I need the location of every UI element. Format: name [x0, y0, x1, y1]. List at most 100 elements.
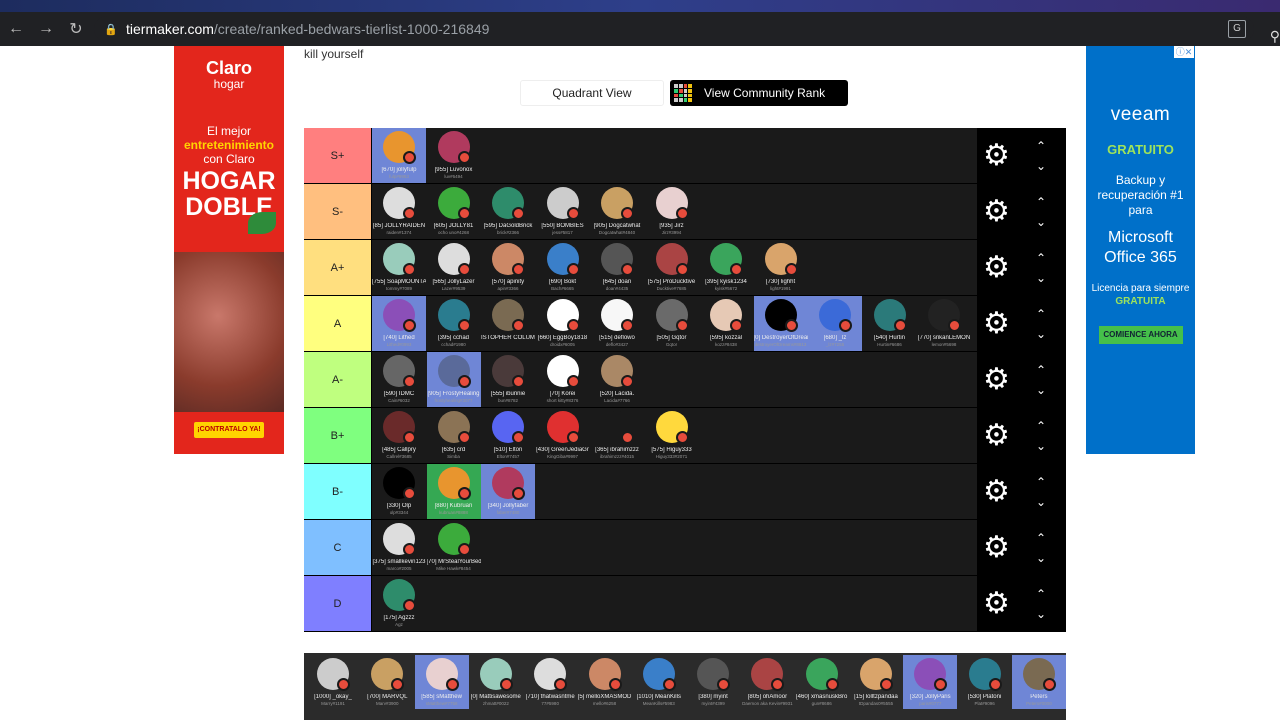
- tier-label[interactable]: D: [304, 576, 372, 631]
- tier-item[interactable]: [340] Jollyfaber faber#7480: [481, 464, 535, 519]
- tier-item[interactable]: [660] EggBoy1818 droidx#6005: [536, 296, 590, 351]
- tier-items[interactable]: [590] IDMC Cain#6032 [905] FrostyHealing fr…: [372, 352, 977, 407]
- chevron-up-icon[interactable]: ⌃: [1033, 472, 1049, 492]
- tier-item[interactable]: [395] kyisk1234 kyisk#5672: [699, 240, 753, 295]
- tier-item[interactable]: [320] JollyParis paris#0777: [903, 655, 958, 709]
- tier-item[interactable]: [70] MrStealYourBed Mike Hawk#8454: [427, 520, 481, 575]
- address-bar[interactable]: 🔒 tiermaker.com/create/ranked-bedwars-ti…: [94, 16, 1254, 42]
- gear-icon[interactable]: ⚙: [983, 533, 1013, 563]
- chevron-up-icon[interactable]: ⌃: [1033, 192, 1049, 212]
- tier-label[interactable]: S-: [304, 184, 372, 239]
- tier-item[interactable]: [5] melloXMASMOD mello#6258: [578, 655, 632, 709]
- community-rank-button[interactable]: View Community Rank: [670, 80, 848, 106]
- tier-item[interactable]: [485] Callpry Callrel#3685: [372, 408, 426, 463]
- chevron-up-icon[interactable]: ⌃: [1033, 416, 1049, 436]
- tier-label[interactable]: A: [304, 296, 372, 351]
- tier-label[interactable]: A-: [304, 352, 372, 407]
- tier-item[interactable]: [530] Platoni Plat#9096: [958, 655, 1012, 709]
- tier-item[interactable]: [550] BOMBIES jess#5817: [536, 184, 590, 239]
- chevron-up-icon[interactable]: ⌃: [1033, 360, 1049, 380]
- tier-item[interactable]: [680] _lz _lz#7255: [808, 296, 862, 351]
- tier-item[interactable]: [670] jollyfulp fulp#9953: [372, 128, 426, 183]
- chevron-down-icon[interactable]: ⌄: [1033, 492, 1049, 512]
- tier-item[interactable]: [520] Lacida. Lacida#7766: [590, 352, 644, 407]
- gear-icon[interactable]: ⚙: [983, 197, 1013, 227]
- ad-close-icon[interactable]: ⓘ✕: [1174, 46, 1194, 58]
- tier-label[interactable]: A+: [304, 240, 372, 295]
- tier-item[interactable]: [565] JollyLazer Lazer#9539: [427, 240, 481, 295]
- reload-icon[interactable]: ↻: [62, 15, 90, 43]
- tier-item[interactable]: [570] apinity apin#3366: [481, 240, 535, 295]
- tier-item[interactable]: [540] Hurtin Hurtin#6686: [863, 296, 917, 351]
- tier-item[interactable]: [590] IDMC Cain#6032: [372, 352, 426, 407]
- chevron-down-icon[interactable]: ⌄: [1033, 380, 1049, 400]
- chevron-up-icon[interactable]: ⌃: [1033, 304, 1049, 324]
- chevron-down-icon[interactable]: ⌄: [1033, 324, 1049, 344]
- gear-icon[interactable]: ⚙: [983, 141, 1013, 171]
- search-icon[interactable]: ⚲: [1270, 28, 1280, 45]
- chevron-up-icon[interactable]: ⌃: [1033, 248, 1049, 268]
- tier-label[interactable]: C: [304, 520, 372, 575]
- tier-item[interactable]: [905] Dogcatwhat Dogcatwhat#4840: [590, 184, 644, 239]
- quadrant-view-button[interactable]: Quadrant View: [520, 80, 664, 106]
- tier-item[interactable]: [0] Mattisawesome zhmatt#0022: [469, 655, 523, 709]
- chevron-down-icon[interactable]: ⌄: [1033, 604, 1049, 624]
- gear-icon[interactable]: ⚙: [983, 365, 1013, 395]
- tier-item[interactable]: ISTOPHER COLUMI: [481, 296, 535, 351]
- tier-item[interactable]: [595] kozzal kozz#8438: [699, 296, 753, 351]
- tier-items[interactable]: [740] Lithed Lithed#0993 [395] cchad cchad#…: [372, 296, 977, 351]
- tier-item[interactable]: [605] JOLLY81 ocho uno#4268: [427, 184, 481, 239]
- tier-label[interactable]: B-: [304, 464, 372, 519]
- tier-item[interactable]: [430] GreenJediaGr KingGiba#9997: [536, 408, 590, 463]
- tier-item[interactable]: [755] SoapMOUNTAINtommy#7089: [372, 240, 426, 295]
- tier-item[interactable]: [690] Bokt Bach#6665: [536, 240, 590, 295]
- tier-item[interactable]: [955] Luvonox luv#6494: [427, 128, 481, 183]
- tier-item[interactable]: [175] Agzzz Agz: [372, 576, 426, 631]
- tier-item[interactable]: [1000] _okay_ Marry#1191: [306, 655, 360, 709]
- tier-item[interactable]: [575] Higuy333 Higuy333#2071: [645, 408, 699, 463]
- tier-item[interactable]: [740] Lithed Lithed#0993: [372, 296, 426, 351]
- ad-cta-button[interactable]: COMIENCE AHORA: [1098, 326, 1183, 344]
- tier-item[interactable]: [85] JOLLYRAIDEN raiden#1374: [372, 184, 426, 239]
- back-icon[interactable]: ←: [2, 15, 30, 43]
- tier-item[interactable]: [700] MARVQL Marv#3900: [360, 655, 414, 709]
- gear-icon[interactable]: ⚙: [983, 477, 1013, 507]
- tier-item[interactable]: [375] smallkevin123 marco#2005: [372, 520, 426, 575]
- tier-item[interactable]: [575] ProDucktive Ducktive#7685: [645, 240, 699, 295]
- tier-item[interactable]: [710] thatwasntme 77#5980: [523, 655, 577, 709]
- chevron-up-icon[interactable]: ⌃: [1033, 584, 1049, 604]
- tier-label[interactable]: S+: [304, 128, 372, 183]
- forward-icon[interactable]: →: [32, 15, 60, 43]
- gear-icon[interactable]: ⚙: [983, 253, 1013, 283]
- tier-item[interactable]: [645] doan doan#4435: [590, 240, 644, 295]
- tier-label[interactable]: B+: [304, 408, 372, 463]
- ad-left[interactable]: Claro hogar El mejor entretenimiento con …: [174, 46, 284, 454]
- tier-item[interactable]: [585] sMatthew sMatthew#7758: [414, 655, 469, 709]
- tier-item[interactable]: [330] Olp olp#3344: [372, 464, 426, 519]
- tier-item[interactable]: [515] deflowo deflo#3427: [590, 296, 644, 351]
- chevron-down-icon[interactable]: ⌄: [1033, 212, 1049, 232]
- tier-items[interactable]: [670] jollyfulp fulp#9953 [955] Luvonox luv…: [372, 128, 977, 183]
- gear-icon[interactable]: ⚙: [983, 309, 1013, 339]
- tier-item[interactable]: [505] Gqtor Gqtor: [645, 296, 699, 351]
- tier-item[interactable]: [460] xmasnuskBro gun#8686: [795, 655, 849, 709]
- ad-cta-button[interactable]: ¡CONTRATALO YA!: [194, 422, 264, 438]
- chevron-up-icon[interactable]: ⌃: [1033, 136, 1049, 156]
- tier-items[interactable]: [375] smallkevin123 marco#2005 [70] MrStea…: [372, 520, 977, 575]
- tier-item[interactable]: [555] ibunnie bun#8782: [481, 352, 535, 407]
- tier-item[interactable]: [15] lolltzpandaa tDpandas0#5555: [849, 655, 903, 709]
- tier-item[interactable]: [510] Elton Elton#7457: [481, 408, 535, 463]
- chevron-down-icon[interactable]: ⌄: [1033, 268, 1049, 288]
- tier-items[interactable]: [330] Olp olp#3344 [880] Kubruan kubruan#88…: [372, 464, 977, 519]
- tier-item[interactable]: [635] crd Simba: [427, 408, 481, 463]
- tier-item[interactable]: [805] ohAmoor Daemon aka Kevin#9931: [740, 655, 794, 709]
- tier-items[interactable]: [85] JOLLYRAIDEN raiden#1374 [605] JOLLY81…: [372, 184, 977, 239]
- tier-items[interactable]: [755] SoapMOUNTAINtommy#7089[565] JollyL…: [372, 240, 977, 295]
- tier-item[interactable]: [880] Kubruan kubruan#8888: [426, 464, 481, 519]
- translate-icon[interactable]: G: [1228, 20, 1246, 38]
- tier-item[interactable]: [0] DestroyerOfDream destroyerOfDreams#88…: [753, 296, 808, 351]
- tier-item[interactable]: [395] cchad cchad#1980: [427, 296, 481, 351]
- chevron-down-icon[interactable]: ⌄: [1033, 436, 1049, 456]
- tier-item[interactable]: [730] lighht light#1991: [754, 240, 808, 295]
- tier-items[interactable]: [175] Agzzz Agz: [372, 576, 977, 631]
